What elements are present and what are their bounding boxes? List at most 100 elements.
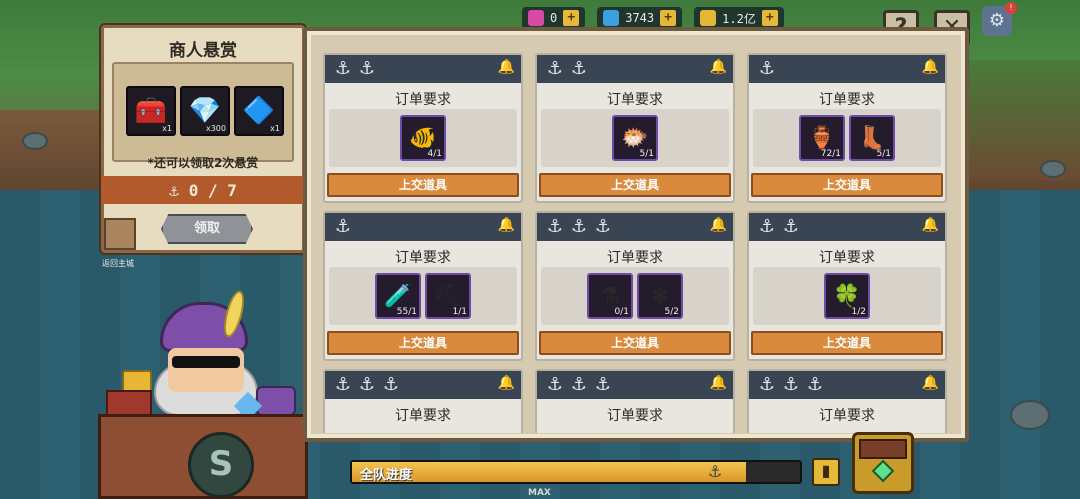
anchor-icon: ⚓	[334, 58, 352, 79]
merchant-character: S	[98, 288, 318, 499]
bell-icon[interactable]: 🔔	[922, 59, 939, 75]
anchor-icon: ⚓	[334, 374, 352, 395]
reward-qty: x300	[205, 124, 226, 133]
anchor-icon: ⚓	[334, 216, 352, 237]
blue-gem-icon	[603, 10, 620, 26]
anchor-icon: ⚓	[782, 216, 800, 237]
order-requirement-label: 订单要求	[607, 92, 663, 108]
order-header: ⚓ ⚓ ⚓ 🔔	[325, 371, 521, 399]
rock-decoration	[1010, 400, 1050, 430]
reward-qty: x1	[270, 124, 280, 133]
potion-icon[interactable]: 🧪 55/1	[375, 273, 421, 319]
bell-icon[interactable]: 🔔	[922, 217, 939, 233]
anchor-icon: ⚓	[358, 58, 376, 79]
blue-potion-icon[interactable]: ⚗ 0/1	[587, 273, 633, 319]
crystal-icon[interactable]: 🔷 x1	[234, 86, 284, 136]
anchor-icon: ⚓	[358, 374, 376, 395]
order-requirement-label: 订单要求	[819, 92, 875, 108]
order-header: ⚓ ⚓ ⚓ 🔔	[537, 213, 733, 241]
anchor-icon: ⚓	[806, 374, 824, 395]
item-glyph: 🐡	[621, 125, 649, 151]
chest-lid	[859, 439, 907, 459]
order-requirement-label: 订单要求	[395, 250, 451, 266]
order-header: ⚓ 🔔	[749, 55, 945, 83]
anchor-icon: ⚓	[546, 58, 564, 79]
order-header: ⚓ ⚓ ⚓ 🔔	[537, 371, 733, 399]
order-card: ⚓ ⚓ ⚓ 🔔 订单要求	[747, 369, 947, 433]
diamond-icon[interactable]: 💎 x300	[180, 86, 230, 136]
item-glyph: ⛏	[434, 283, 462, 309]
order-card: ⚓ ⚓ 🔔 订单要求 🍀 1/2 上交道具	[747, 211, 947, 361]
anchor-icon: ⚓	[594, 374, 612, 395]
order-requirement-label: 订单要求	[819, 408, 875, 424]
item-count: 1/2	[851, 307, 866, 317]
order-header: ⚓ ⚓ ⚓ 🔔	[749, 371, 945, 399]
item-count: 5/1	[876, 149, 891, 159]
bell-icon[interactable]: 🔔	[710, 375, 727, 391]
exchange-emblem-icon: S	[188, 432, 254, 498]
item-glyph: 🧪	[384, 283, 412, 309]
item-glyph: 🐠	[409, 125, 437, 151]
add-blue-gem-button[interactable]: +	[660, 10, 677, 26]
submit-items-button[interactable]: 上交道具	[539, 173, 731, 197]
team-reward-chest[interactable]	[852, 432, 914, 494]
bell-icon[interactable]: 🔔	[498, 217, 515, 233]
resource-value: 3743	[625, 11, 655, 25]
treasure-chest-icon[interactable]: 🧰 x1	[126, 86, 176, 136]
order-card: ⚓ 🔔 订单要求 🏺 72/1 👢 5/1 上交道具	[747, 53, 947, 203]
order-requirement-label: 订单要求	[607, 250, 663, 266]
anchor-icon: ⚓	[382, 374, 400, 395]
bell-icon[interactable]: 🔔	[498, 375, 515, 391]
team-progress-bar: 全队进度 ⚓ 44/50	[350, 460, 802, 484]
item-glyph: 🏺	[808, 125, 836, 151]
anchor-icon: ⚓	[546, 374, 564, 395]
item-count: 55/1	[396, 307, 417, 317]
add-gold-coin-button[interactable]: +	[761, 10, 778, 26]
back-to-town-label: 返回主城	[102, 259, 134, 268]
pufferfish-icon[interactable]: 🐡 5/1	[612, 115, 658, 161]
anchor-icon: ⚓	[708, 462, 723, 481]
boot-icon[interactable]: 👢 5/1	[849, 115, 895, 161]
orders-scroll-area[interactable]: ⚓ ⚓ 🔔 订单要求 🐠 4/1 上交道具 ⚓ ⚓ 🔔 订单要求 🐡 5/1 上交道…	[323, 53, 949, 433]
submit-items-button[interactable]: 上交道具	[327, 173, 519, 197]
resource-value: 0	[550, 11, 558, 25]
ice-crystal-icon[interactable]: ❄ 5/2	[637, 273, 683, 319]
reward-glyph: 🧰	[134, 96, 168, 126]
submit-items-button[interactable]: 上交道具	[751, 173, 943, 197]
rock-decoration	[22, 132, 48, 150]
bell-icon[interactable]: 🔔	[710, 59, 727, 75]
bell-icon[interactable]: 🔔	[710, 217, 727, 233]
clover-icon[interactable]: 🍀 1/2	[824, 273, 870, 319]
panel-title: 商人悬赏	[169, 41, 237, 61]
submit-items-button[interactable]: 上交道具	[539, 331, 731, 355]
vase-icon[interactable]: 🏺 72/1	[799, 115, 845, 161]
back-to-town-button[interactable]	[104, 218, 136, 250]
order-requirement-label: 订单要求	[607, 408, 663, 424]
submit-items-button[interactable]: 上交道具	[751, 331, 943, 355]
order-requirement-label: 订单要求	[395, 408, 451, 424]
order-header: ⚓ 🔔	[325, 213, 521, 241]
order-header: ⚓ ⚓ 🔔	[749, 213, 945, 241]
anchor-icon: ⚓	[546, 216, 564, 237]
anchor-icon: ⚓	[758, 216, 776, 237]
item-count: 4/1	[427, 149, 442, 159]
ore-icon[interactable]: ⛏ 1/1	[425, 273, 471, 319]
anchor-icon: ⚓	[782, 374, 800, 395]
merchant-sleeve	[256, 386, 296, 416]
order-card: ⚓ ⚓ ⚓ 🔔 订单要求	[323, 369, 523, 433]
order-card: ⚓ ⚓ 🔔 订单要求 🐡 5/1 上交道具	[535, 53, 735, 203]
add-pink-gem-button[interactable]: +	[563, 10, 580, 26]
goldfish-icon[interactable]: 🐠 4/1	[400, 115, 446, 161]
pink-gem-icon	[528, 10, 544, 26]
bell-icon[interactable]: 🔔	[498, 59, 515, 75]
sunglasses-icon	[172, 356, 240, 368]
bell-icon[interactable]: 🔔	[922, 375, 939, 391]
battery-icon[interactable]: ▮	[812, 458, 840, 486]
item-count: 72/1	[820, 149, 841, 159]
claim-button[interactable]: 领取	[161, 214, 253, 244]
item-glyph: 👢	[858, 125, 886, 151]
orders-grid: ⚓ ⚓ 🔔 订单要求 🐠 4/1 上交道具 ⚓ ⚓ 🔔 订单要求 🐡 5/1 上交道…	[323, 53, 949, 433]
order-card: ⚓ ⚓ 🔔 订单要求 🐠 4/1 上交道具	[323, 53, 523, 203]
submit-items-button[interactable]: 上交道具	[327, 331, 519, 355]
anchor-icon: ⚓	[594, 216, 612, 237]
